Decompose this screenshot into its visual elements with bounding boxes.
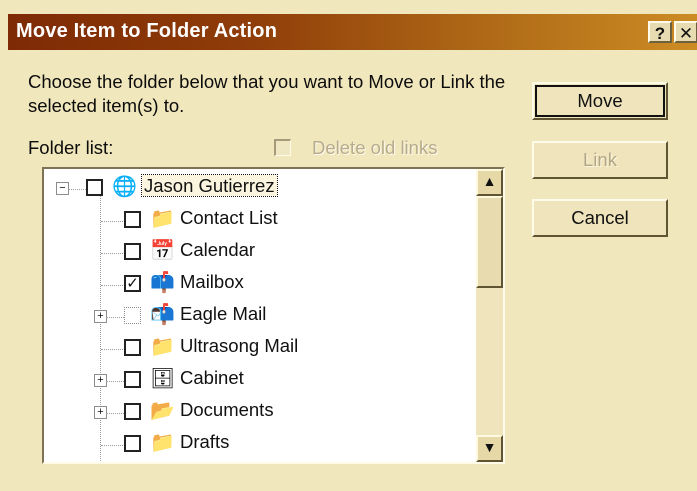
checkbox-calendar[interactable] [124,243,141,260]
tree-row-eagle-mail[interactable]: + 📬 Eagle Mail [44,302,476,334]
folder-icon: 📁 [150,432,175,454]
tree-row-drafts[interactable]: 📁 Drafts [44,430,476,462]
vertical-scrollbar[interactable]: ▲ ▼ [476,169,503,462]
tree-label-documents: Documents [180,399,274,420]
checkbox-mailbox[interactable]: ✓ [124,275,141,292]
tree-label-jason-gutierrez: Jason Gutierrez [141,174,278,197]
globe-icon: 🌐 [112,176,137,198]
tree-label-cabinet: Cabinet [180,367,244,388]
tree-connector-h [106,381,124,383]
tree-connector-h [101,253,123,255]
tree-row-cabinet[interactable]: + 🗄 Cabinet [44,366,476,398]
checkbox-eagle-mail[interactable] [124,307,141,324]
folder-icon: 📁 [150,208,175,230]
link-button[interactable]: Link [532,141,668,179]
help-button[interactable]: ? [648,21,672,43]
scroll-up-arrow-icon[interactable]: ▲ [476,169,503,196]
checkbox-contact-list[interactable] [124,211,141,228]
move-button[interactable]: Move [532,82,668,120]
tree-connector-h [101,445,123,447]
tree-connector-h [106,317,124,319]
scrollbar-thumb[interactable] [476,196,503,288]
checkbox-drafts[interactable] [124,435,141,452]
tree-label-contact-list: Contact List [180,207,278,228]
calendar-icon: 📅 [150,240,175,262]
folder-tree-content: − 🌐 Jason Gutierrez 📁 Contact List 📅 Cal… [44,169,476,462]
tree-connector-h [101,221,123,223]
tree-label-ultrasong-mail: Ultrasong Mail [180,335,299,356]
folder-list-label-text: Folder list: [28,137,114,158]
tree-row-documents[interactable]: + 📂 Documents [44,398,476,430]
folder-tree[interactable]: − 🌐 Jason Gutierrez 📁 Contact List 📅 Cal… [42,167,505,464]
mailbox-icon: 📫 [150,272,175,294]
tree-connector-h [106,413,124,415]
checkbox-cabinet[interactable] [124,371,141,388]
delete-old-links-label: Delete old links [312,137,438,158]
tree-row-contact-list[interactable]: 📁 Contact List [44,206,476,238]
tree-label-calendar: Calendar [180,239,256,260]
tree-connector-h [68,189,86,191]
folder-list-label: Folder list: [28,137,113,159]
tree-connector-h [101,285,123,287]
close-button[interactable]: ✕ [674,21,697,43]
cabinet-icon: 🗄 [150,368,176,390]
tree-row-ultrasong-mail[interactable]: 📁 Ultrasong Mail [44,334,476,366]
cancel-button[interactable]: Cancel [532,199,668,237]
tree-row-calendar[interactable]: 📅 Calendar [44,238,476,270]
tree-label-mailbox: Mailbox [180,271,244,292]
title-bar: Move Item to Folder Action ? ✕ [8,14,697,50]
tree-row-root[interactable]: − 🌐 Jason Gutierrez [44,174,476,206]
checkbox-jason-gutierrez[interactable] [86,179,103,196]
tree-label-eagle-mail: Eagle Mail [180,303,267,324]
dialog-window: Move Item to Folder Action ? ✕ Choose th… [0,0,697,491]
documents-folder-icon: 📂 [150,400,175,422]
checkbox-ultrasong-mail[interactable] [124,339,141,356]
window-title: Move Item to Folder Action [16,20,278,42]
tree-connector-h [101,349,123,351]
mail-account-icon: 📬 [150,304,175,326]
checkbox-documents[interactable] [124,403,141,420]
instruction-text: Choose the folder below that you want to… [28,71,506,116]
scroll-down-arrow-icon[interactable]: ▼ [476,435,503,462]
tree-row-mailbox[interactable]: ✓ 📫 Mailbox [44,270,476,302]
delete-old-links-checkbox[interactable] [274,139,291,156]
tree-label-drafts: Drafts [180,431,230,452]
folder-icon: 📁 [150,336,175,358]
